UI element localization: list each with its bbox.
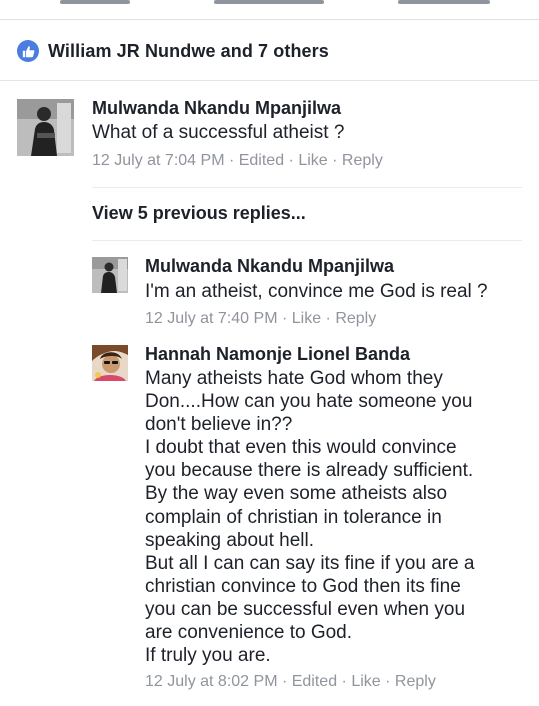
- meta-dot: ·: [321, 310, 336, 327]
- edited-label[interactable]: Edited: [239, 152, 284, 169]
- reply-meta: 12 July at 8:02 PM · Edited · Like · Rep…: [145, 673, 436, 691]
- meta-dot: ·: [327, 152, 342, 169]
- reply-meta: 12 July at 7:40 PM · Like · Reply: [145, 310, 376, 328]
- thumbs-up-icon: [17, 40, 39, 62]
- comment-author-name[interactable]: Mulwanda Nkandu Mpanjilwa: [92, 98, 341, 119]
- meta-dot: ·: [337, 673, 352, 690]
- like-link[interactable]: Like: [351, 673, 380, 690]
- meta-dot: ·: [277, 310, 292, 327]
- meta-dot: ·: [284, 152, 299, 169]
- likes-summary-row[interactable]: William JR Nundwe and 7 others: [0, 22, 539, 81]
- cutoff-fragment: [398, 0, 490, 4]
- reply-text: Many atheists hate God whom they Don....…: [145, 368, 475, 667]
- reply-text: I'm an atheist, convince me God is real …: [145, 281, 488, 302]
- view-previous-replies-link[interactable]: View 5 previous replies...: [92, 203, 306, 224]
- reply-link[interactable]: Reply: [342, 152, 383, 169]
- edited-label[interactable]: Edited: [292, 673, 337, 690]
- reply-timestamp[interactable]: 12 July at 7:40 PM: [145, 310, 278, 327]
- comment-meta: 12 July at 7:04 PM · Edited · Like · Rep…: [92, 152, 383, 170]
- avatar[interactable]: [17, 99, 74, 156]
- reply-author-name[interactable]: Hannah Namonje Lionel Banda: [145, 344, 410, 365]
- cutoff-fragment: [60, 0, 130, 4]
- avatar[interactable]: [92, 257, 128, 293]
- reply-timestamp[interactable]: 12 July at 8:02 PM: [145, 673, 278, 690]
- cutoff-fragment: [214, 0, 324, 4]
- action-bar-cutoff: [0, 0, 539, 20]
- comment-timestamp[interactable]: 12 July at 7:04 PM: [92, 152, 225, 169]
- comment-text: What of a successful atheist ?: [92, 122, 345, 143]
- reply-link[interactable]: Reply: [335, 310, 376, 327]
- divider: [92, 187, 522, 188]
- reply-author-name[interactable]: Mulwanda Nkandu Mpanjilwa: [145, 256, 394, 277]
- like-link[interactable]: Like: [298, 152, 327, 169]
- divider: [92, 240, 522, 241]
- likes-summary-text: William JR Nundwe and 7 others: [48, 40, 329, 61]
- like-link[interactable]: Like: [292, 310, 321, 327]
- meta-dot: ·: [224, 152, 239, 169]
- reply-link[interactable]: Reply: [395, 673, 436, 690]
- avatar[interactable]: [92, 345, 128, 381]
- meta-dot: ·: [380, 673, 395, 690]
- meta-dot: ·: [277, 673, 292, 690]
